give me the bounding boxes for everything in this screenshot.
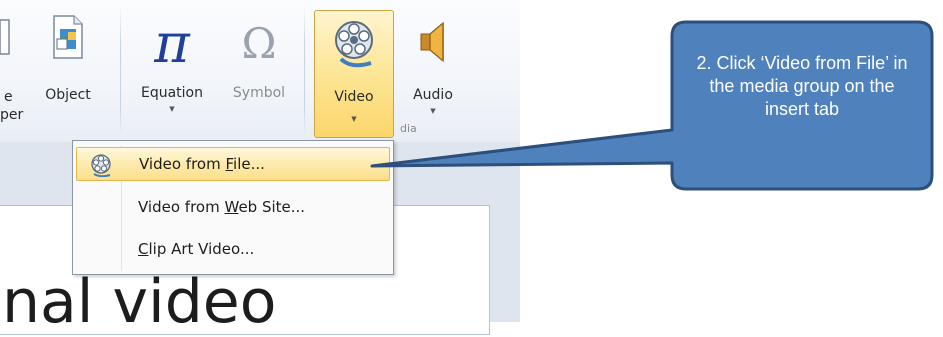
- callout-text: 2. Click ‘Video from File’ in the media …: [696, 53, 908, 119]
- callout-shape: [370, 20, 934, 191]
